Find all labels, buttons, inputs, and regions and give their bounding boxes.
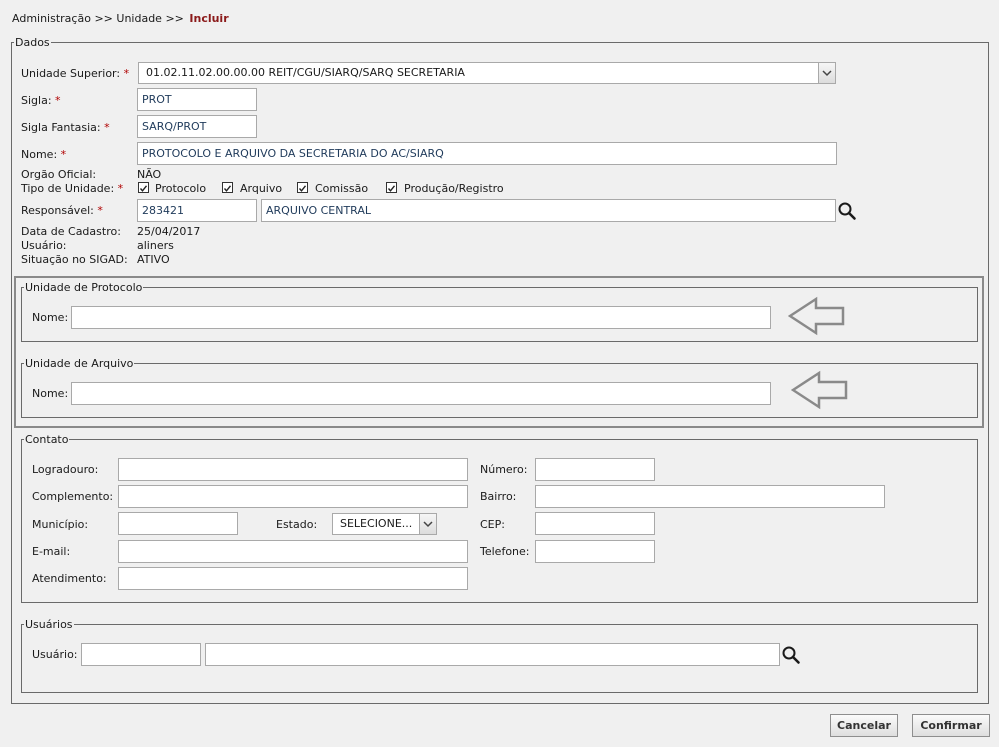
sigla-label: Sigla: * [21, 94, 61, 107]
arquivo-checkbox[interactable] [222, 182, 233, 193]
estado-value: SELECIONE... [340, 517, 413, 530]
check-icon [223, 185, 232, 192]
protocolo-checkbox[interactable] [138, 182, 149, 193]
unidade-arquivo-nome-input[interactable] [71, 382, 771, 405]
check-icon [139, 185, 148, 192]
data-cadastro-label: Data de Cadastro: [21, 225, 121, 238]
usuarios-code-input[interactable] [81, 643, 201, 666]
producao-registro-checkbox[interactable] [386, 182, 397, 193]
unidade-protocolo-nome-label: Nome: [32, 311, 69, 324]
cep-label: CEP: [480, 518, 505, 531]
municipio-label: Município: [32, 518, 89, 531]
usuario-value: aliners [137, 239, 174, 252]
nome-label: Nome: * [21, 148, 67, 161]
breadcrumb-current: Incluir [189, 12, 229, 25]
logradouro-input[interactable] [118, 458, 468, 481]
breadcrumb-separator: >> [94, 12, 113, 25]
breadcrumb: Administração >> Unidade >> Incluir [12, 12, 229, 25]
comissao-checkbox[interactable] [297, 182, 308, 193]
usuarios-name-input[interactable] [205, 643, 780, 666]
search-icon[interactable] [781, 645, 801, 665]
complemento-label: Complemento: [32, 490, 114, 503]
chevron-down-icon[interactable] [419, 514, 436, 534]
estado-select[interactable]: SELECIONE... [332, 513, 437, 535]
search-icon[interactable] [837, 201, 857, 221]
sigla-input[interactable] [137, 88, 257, 111]
bairro-input[interactable] [535, 485, 885, 508]
atendimento-input[interactable] [118, 567, 468, 590]
responsavel-name-input[interactable] [261, 199, 836, 222]
estado-label: Estado: [276, 518, 318, 531]
municipio-input[interactable] [118, 512, 238, 535]
responsavel-code-input[interactable] [137, 199, 257, 222]
email-input[interactable] [118, 540, 468, 563]
unidade-protocolo-nome-input[interactable] [71, 306, 771, 329]
check-icon [387, 185, 396, 192]
comissao-label: Comissão [315, 182, 369, 195]
usuarios-usuario-label: Usuário: [32, 648, 78, 661]
unidade-superior-label: Unidade Superior: * [21, 67, 130, 80]
contato-legend: Contato [24, 433, 70, 446]
arquivo-label: Arquivo [240, 182, 283, 195]
complemento-input[interactable] [118, 485, 468, 508]
nome-input[interactable] [137, 142, 837, 165]
sigla-fantasia-label: Sigla Fantasia: * [21, 121, 110, 134]
sigla-fantasia-input[interactable] [137, 115, 257, 138]
cancel-button[interactable]: Cancelar [830, 714, 898, 737]
orgao-oficial-label: Orgão Oficial: [21, 168, 97, 181]
left-arrow-icon [787, 296, 846, 336]
unidade-protocolo-legend: Unidade de Protocolo [24, 281, 144, 294]
bairro-label: Bairro: [480, 490, 517, 503]
numero-input[interactable] [535, 458, 655, 481]
numero-label: Número: [480, 463, 528, 476]
breadcrumb-unidade[interactable]: Unidade [116, 12, 162, 25]
check-icon [298, 185, 307, 192]
protocolo-label: Protocolo [155, 182, 207, 195]
left-arrow-icon [790, 370, 849, 410]
tipo-unidade-label: Tipo de Unidade: * [21, 182, 124, 195]
producao-registro-label: Produção/Registro [404, 182, 504, 195]
cep-input[interactable] [535, 512, 655, 535]
data-cadastro-value: 25/04/2017 [137, 225, 201, 238]
unidade-superior-select[interactable]: 01.02.11.02.00.00.00 REIT/CGU/SIARQ/SARQ… [138, 62, 836, 84]
dados-legend: Dados [14, 36, 51, 49]
situacao-value: ATIVO [137, 253, 170, 266]
atendimento-label: Atendimento: [32, 572, 107, 585]
unidade-arquivo-nome-label: Nome: [32, 387, 69, 400]
usuario-label: Usuário: [21, 239, 67, 252]
responsavel-label: Responsável: * [21, 204, 103, 217]
confirm-button[interactable]: Confirmar [912, 714, 990, 737]
orgao-oficial-value: NÃO [137, 168, 162, 181]
unidade-arquivo-legend: Unidade de Arquivo [24, 357, 135, 370]
logradouro-label: Logradouro: [32, 463, 99, 476]
unidade-superior-value: 01.02.11.02.00.00.00 REIT/CGU/SIARQ/SARQ… [146, 66, 465, 79]
telefone-input[interactable] [535, 540, 655, 563]
telefone-label: Telefone: [480, 545, 530, 558]
chevron-down-icon[interactable] [818, 63, 835, 83]
breadcrumb-administracao[interactable]: Administração [12, 12, 91, 25]
situacao-label: Situação no SIGAD: [21, 253, 128, 266]
usuarios-legend: Usuários [24, 618, 74, 631]
breadcrumb-separator: >> [165, 12, 184, 25]
email-label: E-mail: [32, 545, 71, 558]
